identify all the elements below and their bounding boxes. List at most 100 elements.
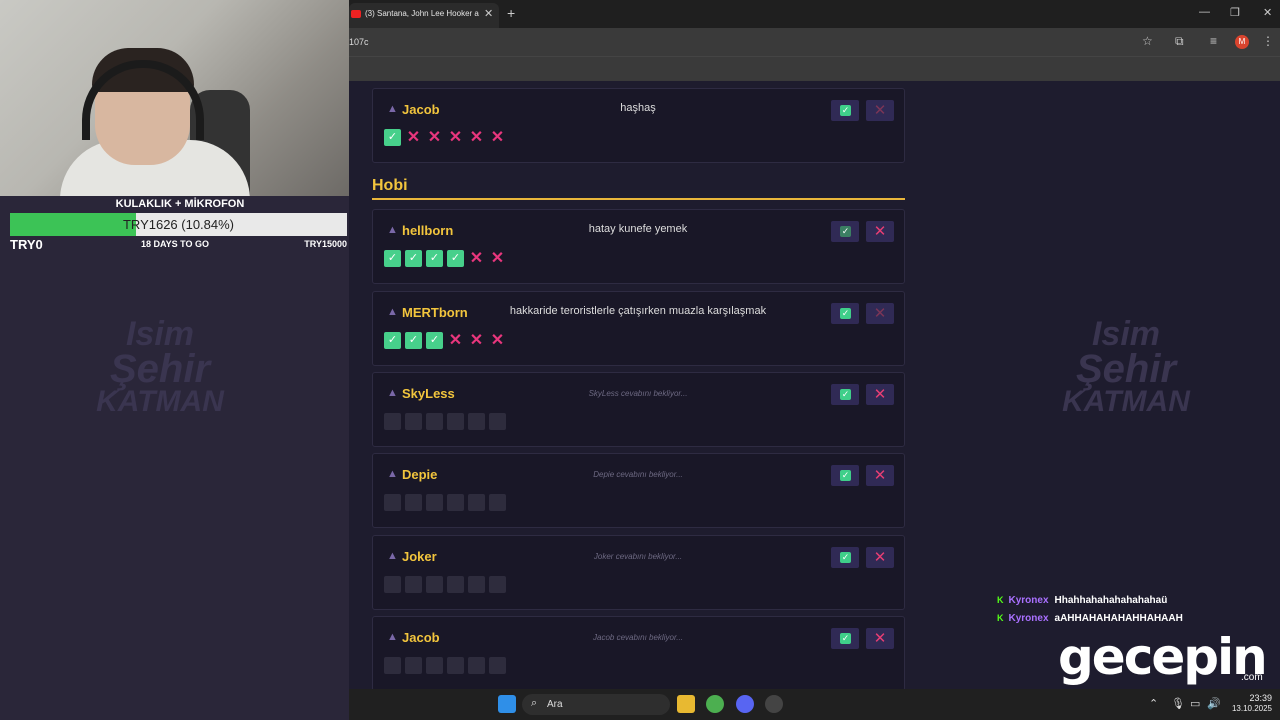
chat-username: Kyronex — [1008, 595, 1049, 606]
reject-button[interactable]: ✕ — [866, 221, 894, 242]
webcam-feed — [0, 0, 349, 196]
microphone-icon[interactable]: 🎙 — [1171, 697, 1185, 710]
vote-empty-slot — [447, 494, 464, 511]
taskbar-search[interactable]: ⌕ Ara — [522, 694, 670, 715]
vote-yes-check-icon: ✓ — [426, 332, 443, 349]
person-icon: ▲ — [387, 468, 398, 480]
approve-button[interactable]: ✓ — [831, 303, 859, 324]
person-icon: ▲ — [387, 550, 398, 562]
vote-no-cross-icon: ✕ — [469, 250, 484, 267]
vote-yes-check-icon: ✓ — [405, 250, 422, 267]
puzzle-icon[interactable]: ⧉ — [1175, 34, 1184, 49]
approve-button[interactable]: ✓ — [831, 628, 859, 649]
vote-no-cross-icon: ✕ — [406, 129, 421, 146]
chevron-up-icon[interactable]: ⌃ — [1149, 697, 1158, 710]
goal-title: KULAKLIK + MİKROFON — [115, 198, 245, 210]
approve-button[interactable]: ✓ — [831, 384, 859, 405]
approve-button[interactable]: ✓ — [831, 465, 859, 486]
browser-tab-bar: (3) Santana, John Lee Hooker a ✕ + — ❐ ✕ — [349, 0, 1280, 28]
menu-icon[interactable]: ⋮ — [1262, 34, 1274, 48]
vote-empty-slot — [489, 576, 506, 593]
windows-start-icon[interactable] — [498, 695, 516, 713]
vote-empty-slot — [489, 494, 506, 511]
vote-empty-slot — [384, 576, 401, 593]
check-icon: ✓ — [840, 226, 851, 237]
discord-icon[interactable] — [736, 695, 754, 713]
player-answer: Joker cevabını bekliyor... — [593, 552, 683, 561]
media-icon[interactable]: ≡ — [1210, 34, 1217, 48]
check-icon: ✓ — [840, 552, 851, 563]
vote-no-cross-icon: ✕ — [490, 332, 505, 349]
player-answer: Jacob cevabını bekliyor... — [593, 633, 683, 642]
reject-button[interactable]: ✕ — [866, 303, 894, 324]
reject-button[interactable]: ✕ — [866, 100, 894, 121]
check-icon: ✓ — [840, 308, 851, 319]
person-icon: ▲ — [387, 306, 398, 318]
vote-no-cross-icon: ✕ — [490, 129, 505, 146]
approve-button[interactable]: ✓ — [831, 100, 859, 121]
category-title: Hobi — [372, 177, 408, 194]
minimize-icon[interactable]: — — [1199, 6, 1210, 18]
kick-icon: K — [997, 595, 1004, 605]
close-icon[interactable]: ✕ — [484, 7, 493, 20]
goal-progress-bar: TRY1626 (10.84%) — [10, 213, 347, 236]
vote-yes-check-icon: ✓ — [405, 332, 422, 349]
watermark-logo-left: Isim Şehir KATMAN — [85, 317, 235, 417]
answer-card: ▲ SkyLess SkyLess cevabını bekliyor... ✓ ✕ — [372, 372, 905, 447]
vote-empty-slot — [426, 494, 443, 511]
vote-empty-slot — [447, 576, 464, 593]
file-explorer-icon[interactable] — [677, 695, 695, 713]
chrome-icon[interactable] — [706, 695, 724, 713]
chat-message: K Kyronex aAHHAHAHAHAHHAHAAH — [997, 613, 1183, 624]
vote-empty-slot — [468, 413, 485, 430]
restore-icon[interactable]: ❐ — [1230, 6, 1240, 19]
player-answer: hatay kunefe yemek — [588, 223, 688, 235]
window-close-icon[interactable]: ✕ — [1263, 6, 1272, 19]
watermark-line3: KATMAN — [1062, 385, 1190, 419]
taskbar-search-label: Ara — [547, 699, 563, 710]
answer-card: ▲ Depie Depie cevabını bekliyor... ✓ ✕ — [372, 453, 905, 528]
player-answer: haşhaş — [620, 102, 656, 114]
vote-yes-check-icon: ✓ — [447, 250, 464, 267]
reject-button[interactable]: ✕ — [866, 628, 894, 649]
answer-card: ▲ MERTborn hakkaride teroristlerle çatışır… — [372, 291, 905, 366]
check-icon: ✓ — [840, 389, 851, 400]
goal-days-left: 18 DAYS TO GO — [140, 239, 210, 249]
reject-button[interactable]: ✕ — [866, 465, 894, 486]
player-name: Joker — [402, 549, 437, 564]
vote-empty-slot — [447, 413, 464, 430]
vote-yes-check-icon: ✓ — [426, 250, 443, 267]
player-name: Jacob — [402, 102, 440, 117]
vote-empty-slot — [468, 494, 485, 511]
clock-date: 13.10.2025 — [1231, 704, 1272, 713]
check-icon: ✓ — [840, 105, 851, 116]
vote-yes-check-icon: ✓ — [384, 250, 401, 267]
person-icon: ▲ — [387, 103, 398, 115]
vote-empty-slot — [489, 657, 506, 674]
vote-empty-slot — [447, 657, 464, 674]
browser-tab[interactable]: (3) Santana, John Lee Hooker a ✕ — [349, 3, 499, 28]
vote-empty-slot — [405, 576, 422, 593]
watermark-logo-right: Isim Şehir KATMAN — [1051, 317, 1201, 419]
obs-icon[interactable] — [765, 695, 783, 713]
vote-no-cross-icon: ✕ — [448, 129, 463, 146]
vote-no-cross-icon: ✕ — [427, 129, 442, 146]
reject-button[interactable]: ✕ — [866, 547, 894, 568]
answer-card: ▲ Joker Joker cevabını bekliyor... ✓ ✕ — [372, 535, 905, 610]
player-name: Depie — [402, 467, 438, 482]
reject-button[interactable]: ✕ — [866, 384, 894, 405]
vote-empty-slot — [426, 576, 443, 593]
approve-button[interactable]: ✓ — [831, 221, 859, 242]
approve-button[interactable]: ✓ — [831, 547, 859, 568]
player-answer: hakkaride teroristlerle çatışırken muazl… — [509, 305, 767, 317]
url-field[interactable]: 107c — [349, 37, 369, 47]
player-answer: SkyLess cevabını bekliyor... — [588, 389, 688, 398]
answer-card-top: ▲ Jacob haşhaş ✓ ✕ ✓ ✕ ✕ ✕ ✕ ✕ — [372, 88, 905, 163]
check-icon: ✓ — [840, 633, 851, 644]
network-icon[interactable]: ▭ — [1190, 697, 1200, 710]
gecepin-logo-suffix: .com — [1241, 672, 1263, 683]
vote-empty-slot — [384, 657, 401, 674]
profile-avatar[interactable]: M — [1235, 35, 1249, 49]
new-tab-icon[interactable]: + — [507, 5, 515, 21]
star-icon[interactable]: ☆ — [1142, 34, 1153, 48]
